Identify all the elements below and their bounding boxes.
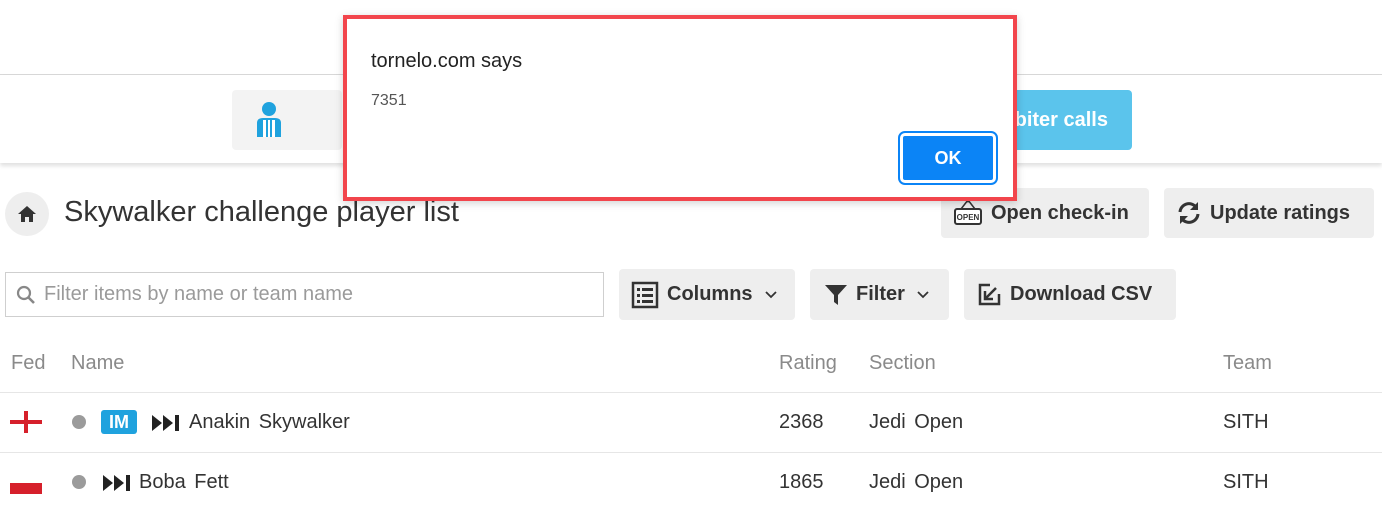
title-badge: IM: [101, 410, 137, 434]
column-header-rating[interactable]: Rating: [779, 352, 837, 375]
filter-icon: [825, 284, 847, 305]
column-header-team[interactable]: Team: [1223, 352, 1272, 375]
ok-button[interactable]: OK: [898, 131, 998, 185]
update-ratings-button[interactable]: Update ratings: [1164, 188, 1374, 238]
player-section: Jedi Open: [869, 471, 964, 493]
arbiter-calls-label: biter calls: [1014, 108, 1108, 131]
refresh-icon: [1178, 202, 1200, 224]
columns-icon: [631, 281, 659, 308]
skip-forward-icon: [152, 415, 179, 431]
download-icon: [978, 283, 1001, 305]
chevron-down-icon: [917, 290, 929, 298]
arbiter-calls-button[interactable]: biter calls: [1000, 90, 1132, 150]
column-header-section[interactable]: Section: [869, 352, 936, 375]
status-dot: [72, 415, 86, 429]
player-team: SITH: [1223, 411, 1269, 433]
arbiter-button[interactable]: [232, 90, 342, 150]
dialog-title: tornelo.com says: [371, 50, 523, 72]
open-sign-icon: OPEN: [954, 199, 982, 225]
search-box[interactable]: [5, 272, 604, 317]
home-icon: [18, 206, 36, 222]
home-button[interactable]: [5, 192, 49, 236]
columns-button[interactable]: Columns: [619, 269, 795, 320]
england-flag-icon: [10, 411, 42, 433]
open-sign-text: OPEN: [957, 213, 980, 222]
player-name[interactable]: Anakin Skywalker: [189, 411, 350, 434]
search-icon: [16, 285, 35, 304]
download-csv-button[interactable]: Download CSV: [964, 269, 1176, 320]
download-csv-label: Download CSV: [1010, 283, 1153, 305]
dialog-message: 7351: [371, 92, 407, 109]
column-header-name[interactable]: Name: [71, 352, 124, 375]
columns-label: Columns: [667, 283, 753, 305]
open-checkin-label: Open check-in: [991, 201, 1129, 224]
chevron-down-icon: [764, 290, 777, 298]
divider: [0, 392, 1382, 393]
player-rating: 2368: [779, 411, 824, 433]
search-input[interactable]: [42, 282, 586, 307]
status-dot: [72, 475, 86, 489]
arbiter-icon: [257, 102, 281, 137]
filter-button[interactable]: Filter: [810, 269, 949, 320]
filter-label: Filter: [856, 283, 905, 305]
skip-forward-icon: [103, 475, 130, 491]
alert-dialog: tornelo.com says 7351 OK: [343, 15, 1017, 201]
update-ratings-label: Update ratings: [1210, 201, 1351, 224]
player-name[interactable]: Boba Fett: [139, 471, 229, 494]
player-rating: 1865: [779, 471, 824, 493]
player-team: SITH: [1223, 471, 1269, 493]
poland-flag-icon: [10, 472, 42, 494]
divider: [0, 452, 1382, 453]
player-section: Jedi Open: [869, 411, 964, 433]
column-header-fed[interactable]: Fed: [11, 352, 45, 375]
